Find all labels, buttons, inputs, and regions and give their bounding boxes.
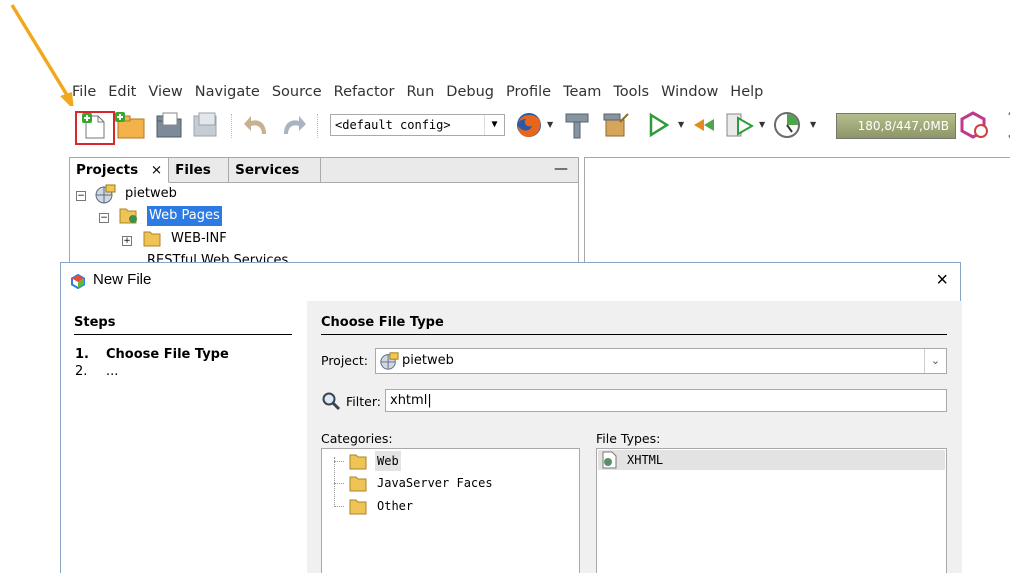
folder-icon	[143, 231, 161, 247]
tab-files[interactable]: Files	[169, 158, 230, 183]
tab-files-label: Files	[175, 162, 211, 178]
close-icon[interactable]: ×	[151, 162, 162, 178]
step-label: Choose File Type	[106, 347, 229, 362]
tab-services-label: Services	[235, 162, 300, 178]
menu-refactor[interactable]: Refactor	[328, 80, 401, 104]
new-file-icon[interactable]	[79, 110, 109, 140]
chevron-down-icon: ⌄	[924, 349, 946, 373]
collapse-toggle[interactable]: −	[99, 213, 109, 223]
menu-help[interactable]: Help	[724, 80, 769, 104]
steps-panel: Steps 1. Choose File Type 2....	[61, 301, 307, 573]
undo-icon[interactable]	[242, 110, 272, 140]
menu-tools[interactable]: Tools	[607, 80, 655, 104]
step-number: 2.	[75, 364, 88, 379]
categories-label: Categories:	[321, 431, 393, 446]
menu-file[interactable]: File	[70, 80, 102, 104]
project-select[interactable]: pietweb ⌄	[375, 348, 947, 374]
step-label: ...	[106, 364, 119, 379]
web-project-icon	[95, 184, 116, 204]
tab-projects[interactable]: Projects ×	[70, 158, 170, 183]
category-other[interactable]: Other	[377, 496, 413, 516]
run-icon[interactable]	[645, 110, 671, 140]
category-jsf[interactable]: JavaServer Faces	[377, 473, 493, 493]
project-value: pietweb	[402, 353, 454, 368]
menu-navigate[interactable]: Navigate	[189, 80, 266, 104]
folder-icon	[349, 476, 367, 492]
tab-services[interactable]: Services	[229, 158, 322, 183]
close-icon[interactable]: ×	[936, 269, 948, 292]
step-item: 1. Choose File Type	[75, 347, 229, 362]
expand-toggle[interactable]: +	[122, 236, 132, 246]
redo-icon[interactable]	[278, 110, 308, 140]
build-hammer-icon[interactable]	[562, 110, 592, 140]
config-select[interactable]: <default config> ▼	[330, 114, 505, 136]
menu-profile[interactable]: Profile	[500, 80, 557, 104]
memory-indicator[interactable]: 180,8/447,0MB	[836, 113, 956, 139]
test-icon[interactable]	[724, 110, 754, 140]
filter-input[interactable]: xhtml|	[385, 389, 947, 412]
collapse-toggle[interactable]: −	[76, 191, 86, 201]
menu-view[interactable]: View	[142, 80, 188, 104]
config-value: <default config>	[335, 118, 451, 132]
save-all-icon[interactable]	[191, 110, 221, 140]
tree-node-web-inf[interactable]: WEB-INF	[171, 229, 227, 249]
project-label: Project:	[321, 353, 368, 368]
file-types-label: File Types:	[596, 431, 661, 446]
tree-node-pietweb[interactable]: pietweb	[125, 184, 177, 204]
editor-area	[584, 157, 1010, 277]
tab-projects-label: Projects	[76, 162, 139, 178]
open-project-icon[interactable]	[154, 110, 184, 140]
new-file-dialog: New File × Steps 1. Choose File Type 2...…	[60, 262, 962, 573]
file-types-list: XHTML	[596, 448, 947, 573]
menu-bar: File Edit View Navigate Source Refactor …	[70, 80, 769, 104]
content-panel: Choose File Type Project: pietweb ⌄ Filt…	[307, 301, 962, 573]
content-heading: Choose File Type	[321, 315, 947, 335]
filter-value: xhtml	[390, 393, 428, 408]
dialog-title: New File	[93, 271, 152, 288]
panel-tabs: Projects × Files Services	[70, 158, 578, 183]
gc-icon[interactable]	[960, 110, 990, 140]
firefox-icon[interactable]	[514, 110, 544, 140]
netbeans-logo-icon	[71, 274, 85, 289]
toolbar: <default config> ▼ ▼ ▼ ▼ ▼ 180,8/447,0MB	[68, 106, 1010, 146]
xhtml-file-icon	[602, 451, 617, 469]
folder-icon	[349, 454, 367, 470]
gc-icon-2[interactable]	[996, 110, 1010, 140]
new-project-icon[interactable]	[114, 110, 146, 140]
steps-heading: Steps	[74, 315, 292, 335]
minimize-button[interactable]: —	[554, 161, 568, 177]
search-icon	[322, 392, 341, 411]
menu-debug[interactable]: Debug	[440, 80, 500, 104]
menu-edit[interactable]: Edit	[102, 80, 142, 104]
filter-label: Filter:	[346, 394, 381, 409]
categories-list: Web JavaServer Faces Other	[321, 448, 580, 573]
file-type-xhtml[interactable]: XHTML	[627, 450, 663, 470]
clean-build-icon[interactable]	[600, 110, 632, 140]
tree-node-web-pages[interactable]: Web Pages	[147, 206, 222, 226]
folder-icon	[349, 499, 367, 515]
step-item: 2....	[75, 364, 118, 379]
menu-team[interactable]: Team	[557, 80, 607, 104]
menu-run[interactable]: Run	[400, 80, 440, 104]
profile-icon[interactable]	[772, 110, 802, 140]
menu-source[interactable]: Source	[266, 80, 328, 104]
debug-icon[interactable]	[690, 110, 718, 140]
category-web[interactable]: Web	[375, 451, 401, 471]
web-pages-folder-icon	[119, 208, 137, 224]
projects-panel: Projects × Files Services — − pietweb − …	[69, 157, 579, 277]
web-project-icon	[380, 352, 399, 370]
chevron-down-icon: ▼	[484, 115, 504, 135]
step-number: 1.	[75, 347, 89, 362]
menu-window[interactable]: Window	[655, 80, 724, 104]
